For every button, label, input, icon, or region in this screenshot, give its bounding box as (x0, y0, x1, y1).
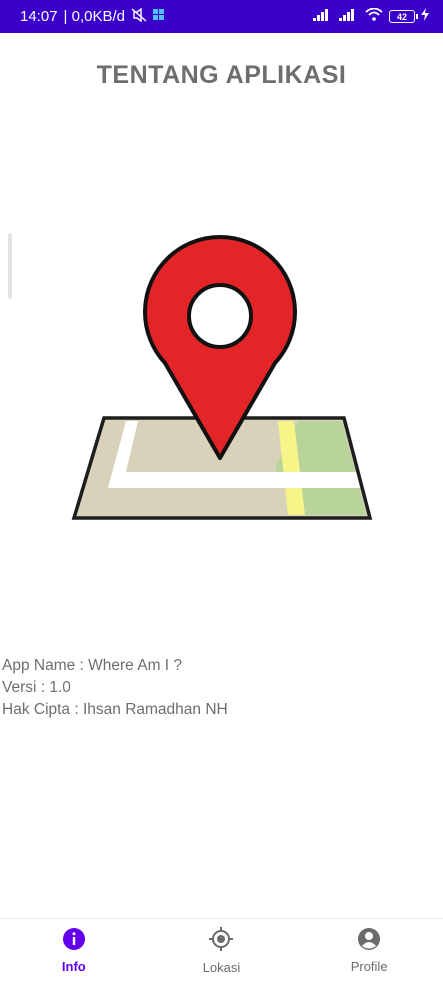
pin-hole (187, 283, 253, 349)
page-title: TENTANG APLIKASI (96, 61, 347, 89)
nav-item-profile[interactable]: Profile (309, 927, 429, 974)
about-screen: TENTANG APLIKASI App Name : Where Am I ?… (0, 33, 443, 918)
app-info: App Name : Where Am I ? Versi : 1.0 Hak … (2, 655, 228, 721)
nav-label-profile: Profile (350, 958, 388, 974)
location-target-icon (208, 926, 234, 957)
account-icon (357, 927, 381, 956)
signal-icon (313, 8, 333, 25)
info-icon (62, 927, 86, 956)
nav-item-lokasi[interactable]: Lokasi (161, 926, 281, 975)
app-version-line: Versi : 1.0 (2, 679, 71, 696)
battery-icon: 42 (389, 10, 418, 23)
nav-label-info: Info (61, 958, 86, 974)
battery-level: 42 (396, 11, 407, 22)
wifi-icon (365, 7, 383, 25)
nav-item-info[interactable]: Info (14, 927, 134, 974)
status-bar: 14:07 | 0,0KB/d 42 (0, 0, 443, 33)
mute-icon (131, 7, 147, 26)
windows-icon (152, 8, 165, 25)
map-pin-icon (71, 235, 373, 520)
nav-label-lokasi: Lokasi (202, 959, 241, 975)
app-name-line: App Name : Where Am I ? (2, 657, 183, 674)
scroll-indicator (8, 233, 12, 299)
app-copyright-line: Hak Cipta : Ihsan Ramadhan NH (2, 701, 228, 718)
bottom-navigation: Info Lokasi Profile (0, 918, 443, 981)
network-speed: | 0,0KB/d (63, 8, 125, 25)
charging-icon (421, 8, 429, 25)
signal-icon (339, 8, 359, 25)
status-time: 14:07 (20, 8, 58, 25)
